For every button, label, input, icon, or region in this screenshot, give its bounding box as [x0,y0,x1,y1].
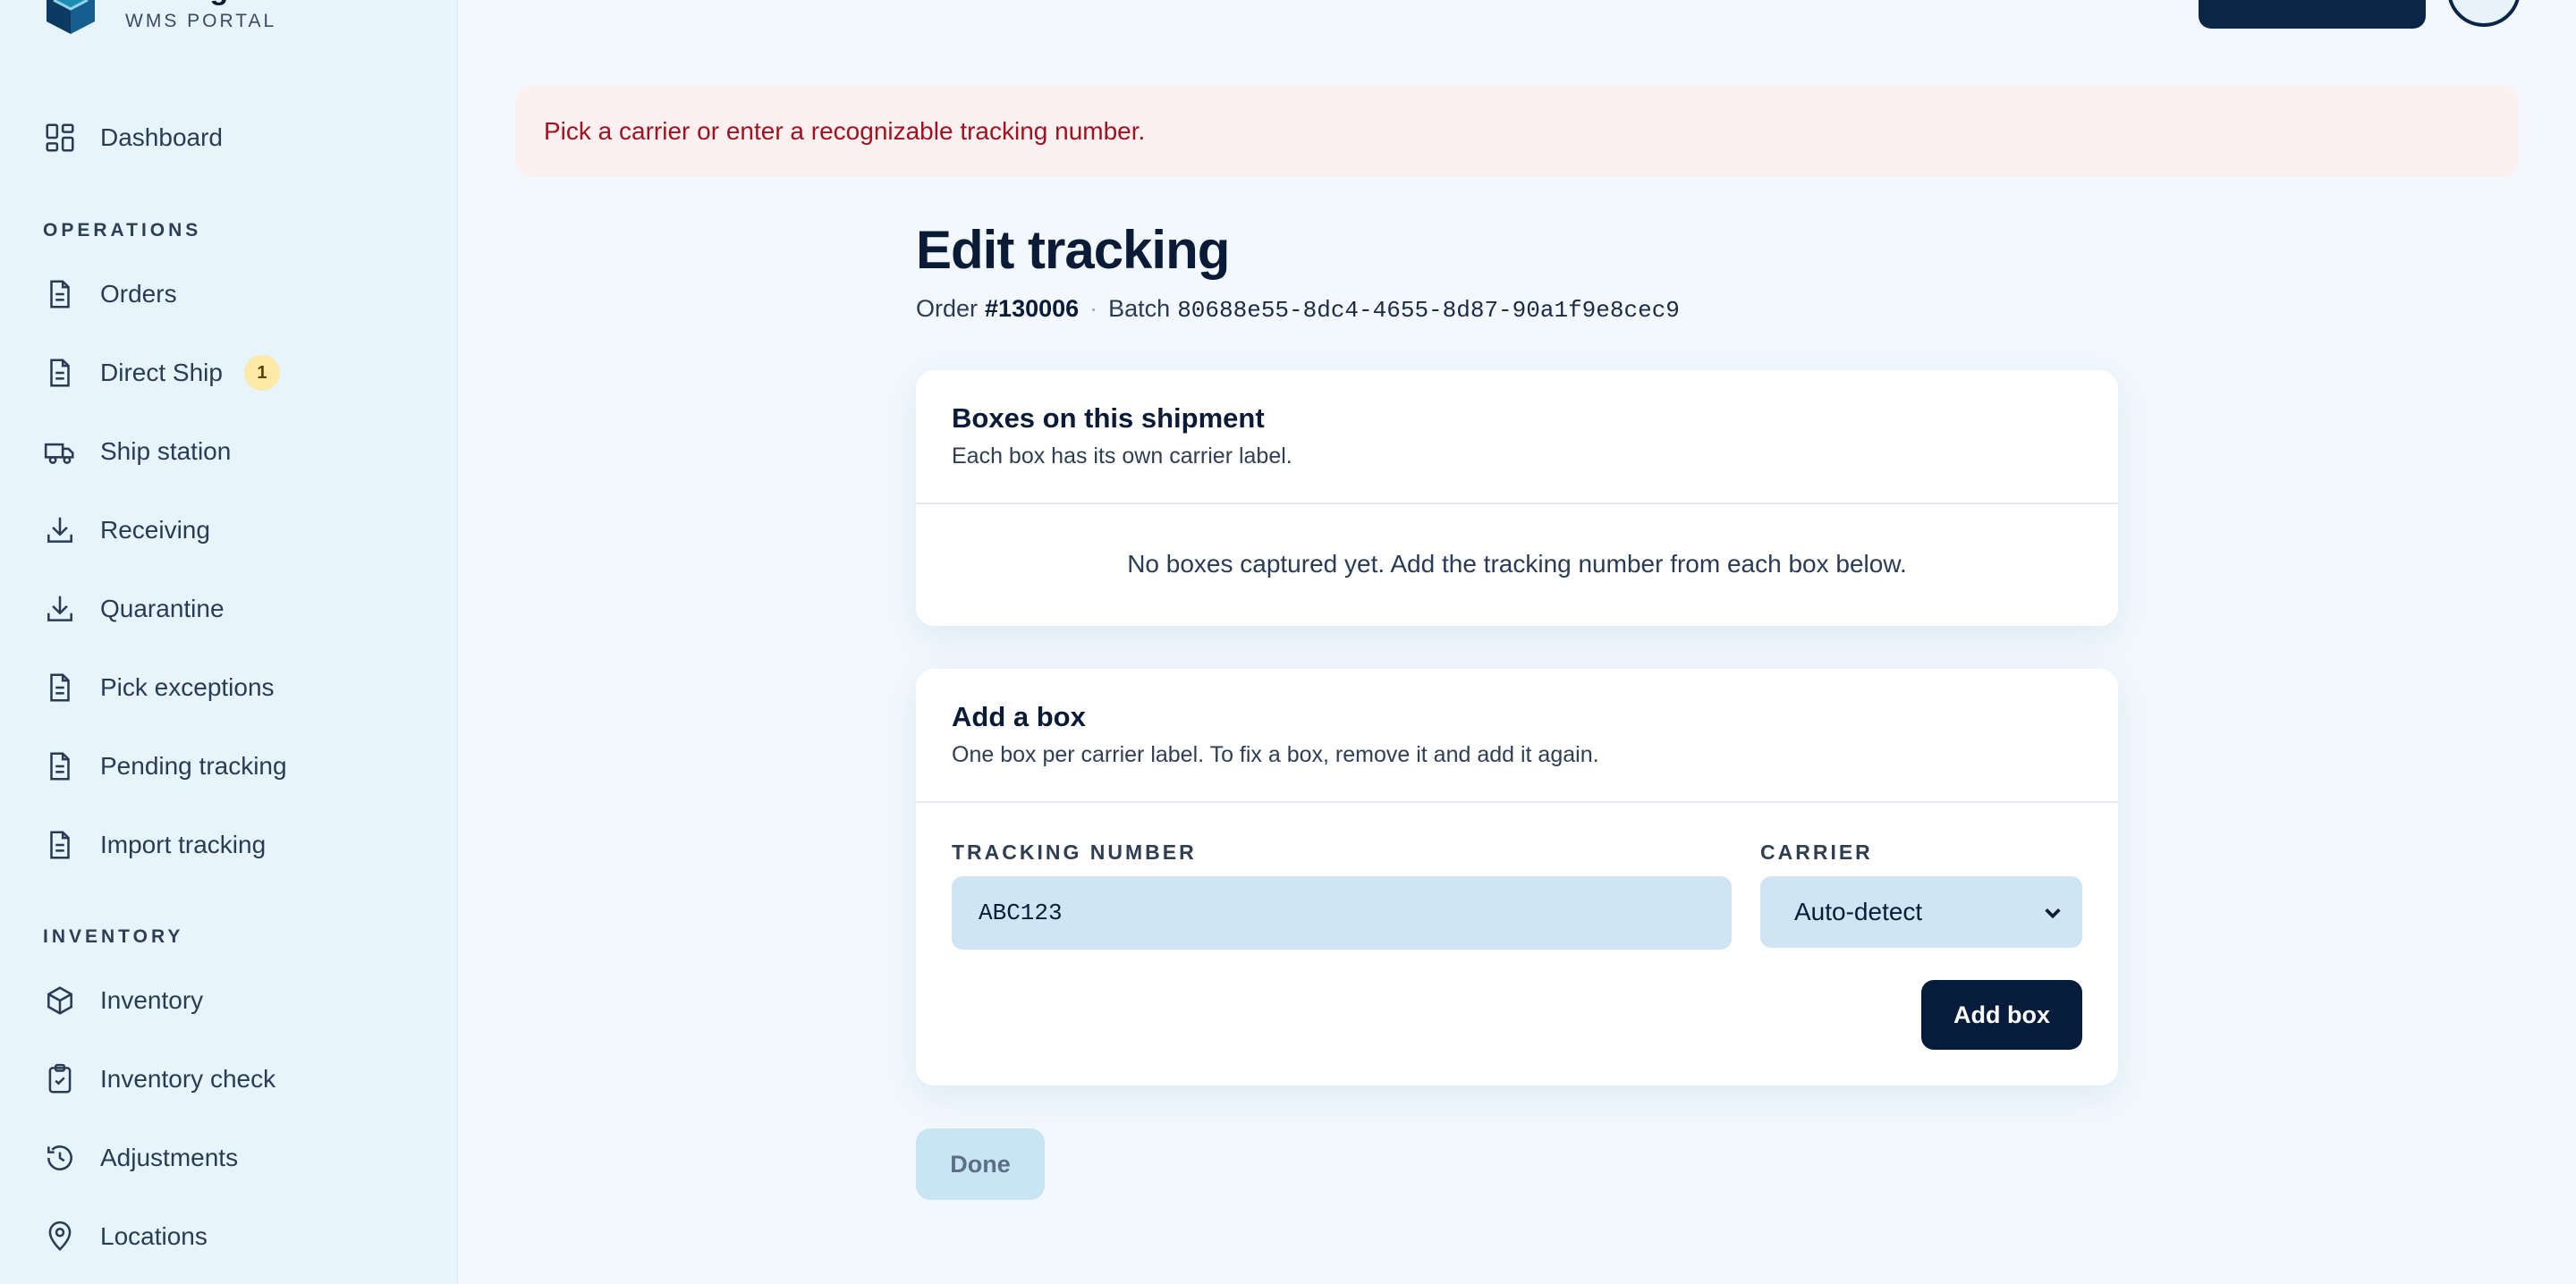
document-icon [50,752,70,781]
boxes-card: Boxes on this shipment Each box has its … [916,370,2118,626]
batch-id: 80688e55-8dc4-4655-8d87-90a1f9e8cec9 [1177,297,1680,324]
done-button[interactable]: Done [916,1128,1045,1200]
tracking-number-label: TRACKING NUMBER [952,841,1197,864]
brand[interactable]: ConsignTrak WMS PORTAL [43,0,309,38]
sidebar-item-dashboard[interactable]: Dashboard [43,111,223,165]
clipboard-check-icon [48,1063,72,1094]
boxes-card-title: Boxes on this shipment [952,402,1265,434]
sidebar-item-label: Inventory check [100,1065,276,1093]
sidebar-item-receiving[interactable]: Receiving [43,503,210,557]
add-box-card-title: Add a box [952,701,1086,732]
empty-boxes-message: No boxes captured yet. Add the tracking … [1127,550,1907,578]
sidebar-item-label: Quarantine [100,595,225,622]
sidebar-item-label: Orders [100,280,177,308]
sidebar-item-label: Dashboard [100,123,223,151]
boxes-card-description: Each box has its own carrier label. [952,443,1292,469]
document-icon [50,359,70,387]
error-alert: Pick a carrier or enter a recognizable t… [515,86,2519,177]
map-pin-icon [48,1221,72,1251]
count-badge: 1 [243,355,280,391]
avatar[interactable] [2447,0,2521,27]
chevron-down-icon [2045,908,2061,919]
document-icon [50,280,70,308]
add-box-card: Add a box One box per carrier label. To … [916,669,2118,1085]
sidebar: ConsignTrak WMS PORTAL Dashboard OPERATI… [0,0,458,1284]
sidebar-item-inventory-check[interactable]: Inventory check [43,1052,275,1106]
sidebar-item-label: Inventory [100,986,204,1014]
sidebar-item-orders[interactable]: Orders [43,267,177,321]
add-box-card-description: One box per carrier label. To fix a box,… [952,742,1599,767]
sidebar-item-pending-tracking[interactable]: Pending tracking [43,739,287,793]
add-box-button[interactable]: Add box [1921,980,2082,1050]
sidebar-item-import-tracking[interactable]: Import tracking [43,818,266,872]
carrier-selected-value: Auto-detect [1794,898,1923,925]
order-number: #130006 [985,295,1080,322]
sidebar-item-ship-station[interactable]: Ship station [43,425,231,478]
sidebar-item-label: Ship station [100,437,232,465]
sidebar-item-adjustments[interactable]: Adjustments [43,1131,238,1185]
truck-icon [44,443,74,464]
sidebar-item-label: Pending tracking [100,752,287,780]
sidebar-item-label: Direct Ship [100,359,223,386]
tracking-number-input[interactable]: ABC123 [952,876,1732,950]
brand-name: ConsignTrak [125,0,309,9]
topbar-action-button[interactable] [2199,0,2426,29]
separator: · [1089,295,1098,322]
alert-message: Pick a carrier or enter a recognizable t… [544,117,1146,145]
brand-subtitle: WMS PORTAL [125,11,277,31]
add-box-card-header: Add a box One box per carrier label. To … [916,669,2118,803]
document-icon [50,673,70,702]
sidebar-item-inventory[interactable]: Inventory [43,974,203,1027]
download-icon [47,596,72,621]
sidebar-item-locations[interactable]: Locations [43,1210,208,1263]
boxes-card-header: Boxes on this shipment Each box has its … [916,370,2118,504]
sidebar-item-label: Adjustments [100,1144,239,1171]
box-icon [47,986,72,1015]
section-inventory: INVENTORY [43,926,184,947]
order-label: Order [916,295,979,322]
batch-label: Batch [1108,295,1171,322]
document-icon [50,831,70,859]
sidebar-item-label: Receiving [100,516,210,544]
sidebar-item-direct-ship[interactable]: Direct Ship 1 [43,346,280,400]
carrier-select[interactable]: Auto-detect [1760,876,2082,948]
sidebar-item-pick-exceptions[interactable]: Pick exceptions [43,661,275,714]
download-icon [47,517,72,543]
sidebar-item-label: Import tracking [100,831,267,858]
order-meta: Order #130006 · Batch 80688e55-8dc4-4655… [916,295,2118,324]
logo-icon [47,0,95,34]
page-title: Edit tracking [916,220,1230,280]
dashboard-icon [46,123,74,152]
sidebar-item-label: Locations [100,1222,208,1250]
carrier-label: CARRIER [1760,841,1873,864]
tracking-number-value: ABC123 [979,900,1063,926]
history-icon [47,1145,72,1170]
main-content: Edit tracking Order #130006 · Batch 8068… [916,215,2118,1200]
sidebar-item-quarantine[interactable]: Quarantine [43,582,225,636]
sidebar-item-label: Pick exceptions [100,673,275,701]
section-operations: OPERATIONS [43,220,202,241]
